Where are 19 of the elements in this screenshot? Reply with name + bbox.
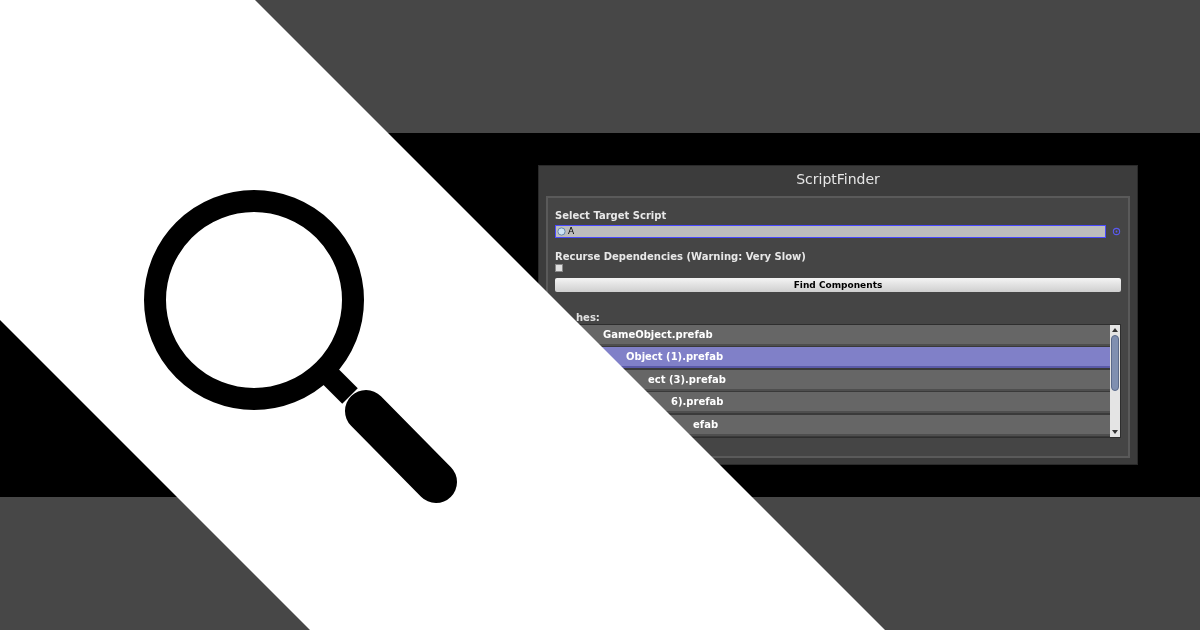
scroll-thumb[interactable] <box>1111 335 1119 391</box>
match-row[interactable]: ect (3).prefab <box>647 369 1110 391</box>
scroll-down-icon[interactable] <box>1112 430 1118 434</box>
script-icon <box>557 227 566 236</box>
magnifier-icon <box>143 190 458 506</box>
field-label: Select Target Script <box>555 209 668 222</box>
match-row[interactable]: GameObject.prefab <box>602 325 1110 346</box>
scroll-up-icon[interactable] <box>1112 328 1118 332</box>
find-components-button[interactable]: Find Components <box>555 278 1121 292</box>
match-row[interactable]: efab <box>692 414 1110 436</box>
matches-label: hes: <box>576 312 600 323</box>
object-field[interactable]: A <box>555 225 1106 238</box>
field-value: A <box>568 227 575 236</box>
option-label: Recurse Dependencies (Warning: Very Slow) <box>555 250 807 263</box>
recurse-checkbox[interactable] <box>555 264 563 272</box>
window-title: ScriptFinder <box>795 169 881 189</box>
match-row[interactable]: Object (1).prefab <box>625 347 1110 369</box>
match-row[interactable]: 6).prefab <box>670 392 1110 414</box>
scrollbar[interactable] <box>1110 325 1120 437</box>
